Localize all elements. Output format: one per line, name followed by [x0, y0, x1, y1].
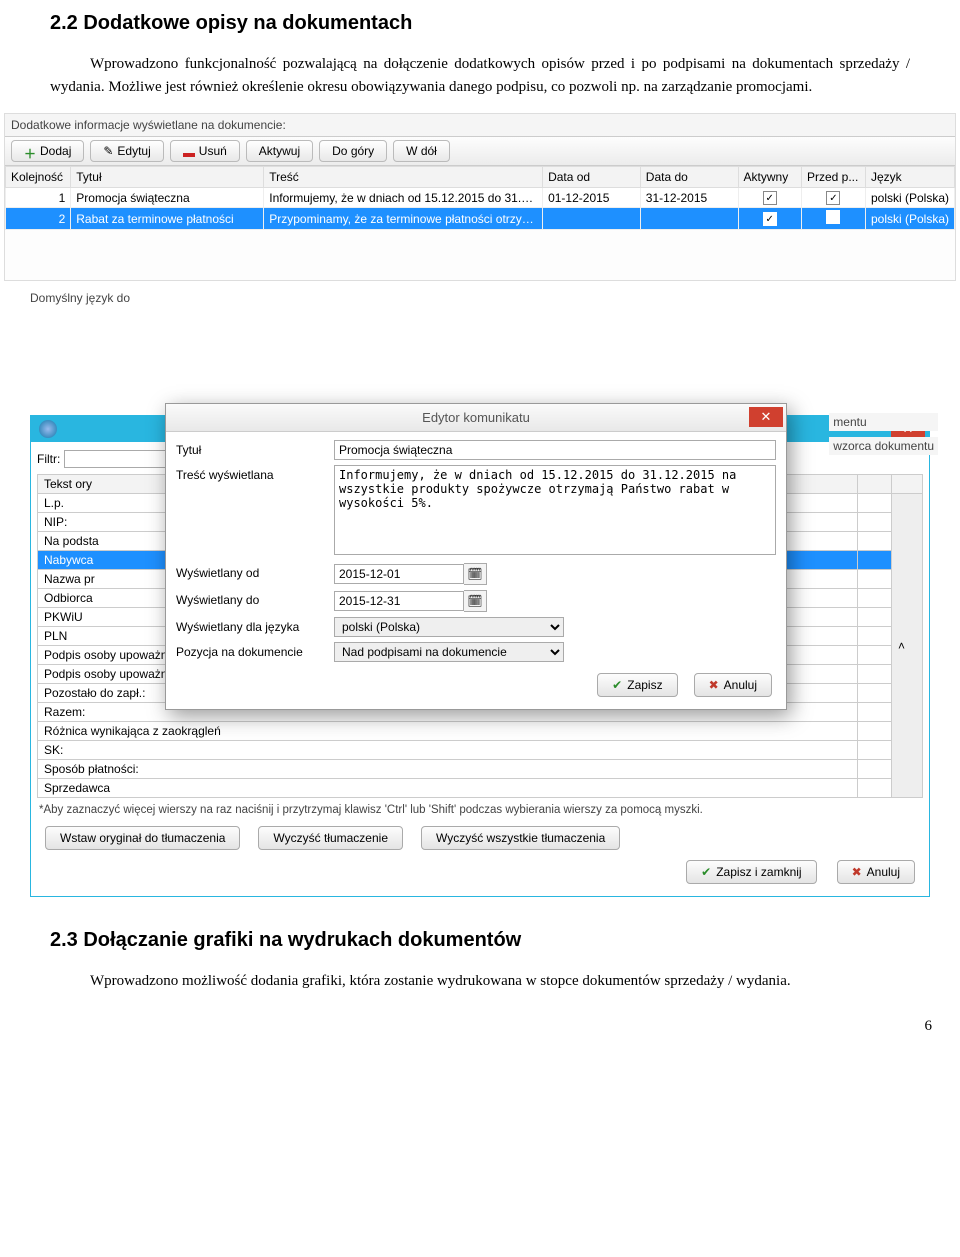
paragraph-2-3: Wprowadzono możliwość dodania grafiki, k… — [50, 970, 910, 993]
bg-text-wzorca: wzorca dokumentu — [829, 437, 938, 455]
check-icon: ✔ — [701, 865, 711, 879]
add-button[interactable]: ＋ Dodaj — [11, 140, 84, 162]
table-row[interactable]: Różnica wynikająca z zaokrągleń — [38, 722, 923, 741]
check-icon: ✔ — [612, 678, 622, 692]
dialog-title: Edytor komunikatu ✕ — [166, 404, 786, 432]
col-active[interactable]: Aktywny — [738, 167, 801, 188]
default-language-label-partial: Domyślny język do — [30, 291, 960, 305]
heading-2-3: 2.3 Dołączanie grafiki na wydrukach doku… — [50, 925, 910, 955]
language-select[interactable]: polski (Polska) — [334, 617, 564, 637]
content-textarea[interactable] — [334, 465, 776, 555]
date-from-input[interactable] — [334, 564, 464, 584]
edit-icon: ✎ — [103, 144, 113, 158]
add-label: Dodaj — [40, 144, 71, 158]
save-close-button[interactable]: ✔ Zapisz i zamknij — [686, 860, 816, 884]
activate-label: Aktywuj — [259, 144, 300, 158]
col-title[interactable]: Tytuł — [71, 167, 264, 188]
plus-icon: ＋ — [24, 145, 36, 157]
delete-button[interactable]: Usuń — [170, 140, 240, 162]
col-from[interactable]: Data od — [543, 167, 641, 188]
screenshot-extra-info-panel: Dodatkowe informacje wyświetlane na doku… — [4, 113, 956, 281]
cancel-icon: ✖ — [852, 865, 862, 879]
to-field-label: Wyświetlany do — [176, 590, 326, 607]
calendar-icon[interactable]: 🗓 — [464, 563, 487, 585]
save-close-label: Zapisz i zamknij — [716, 865, 801, 879]
scrollbar[interactable]: ˄ — [892, 494, 923, 798]
table-row[interactable]: SK: — [38, 741, 923, 760]
col-to[interactable]: Data do — [640, 167, 738, 188]
checkbox-icon[interactable] — [826, 210, 840, 224]
toolbar: ＋ Dodaj ✎ Edytuj Usuń Aktywuj Do góry W dó… — [5, 136, 955, 166]
paragraph-2-2: Wprowadzono funkcjonalność pozwalającą n… — [50, 53, 910, 98]
edit-label: Edytuj — [117, 144, 150, 158]
date-to-input[interactable] — [334, 591, 464, 611]
down-label: W dół — [406, 144, 437, 158]
page-number: 6 — [0, 1008, 960, 1051]
cancel-button[interactable]: ✖ Anuluj — [837, 860, 915, 884]
multiselect-hint: *Aby zaznaczyć więcej wierszy na raz nac… — [37, 798, 923, 822]
cancel-label: Anuluj — [867, 865, 900, 879]
minus-icon — [183, 153, 195, 157]
col-content[interactable]: Treść — [264, 167, 543, 188]
table-row[interactable]: Sprzedawca — [38, 779, 923, 798]
content-field-label: Treść wyświetlana — [176, 465, 326, 482]
from-field-label: Wyświetlany od — [176, 563, 326, 580]
heading-2-2: 2.2 Dodatkowe opisy na dokumentach — [50, 8, 910, 38]
filter-label: Filtr: — [37, 452, 60, 466]
save-label: Zapisz — [627, 678, 662, 692]
checkbox-icon[interactable] — [826, 191, 840, 205]
position-field-label: Pozycja na dokumencie — [176, 642, 326, 659]
calendar-icon[interactable]: 🗓 — [464, 590, 487, 612]
checkbox-icon[interactable] — [763, 212, 777, 226]
activate-button[interactable]: Aktywuj — [246, 140, 313, 162]
up-label: Do góry — [332, 144, 374, 158]
save-button[interactable]: ✔ Zapisz — [597, 673, 677, 697]
table-row[interactable]: 1Promocja świątecznaInformujemy, że w dn… — [6, 188, 955, 208]
title-input[interactable] — [334, 440, 776, 460]
move-up-button[interactable]: Do góry — [319, 140, 387, 162]
app-orb-icon — [39, 420, 57, 438]
col-lang[interactable]: Język — [865, 167, 954, 188]
message-editor-dialog: Edytor komunikatu ✕ Tytuł Treść wyświetl… — [165, 403, 787, 710]
cancel-label: Anuluj — [724, 678, 757, 692]
empty-space — [5, 230, 955, 280]
title-field-label: Tytuł — [176, 440, 326, 457]
panel-label: Dodatkowe informacje wyświetlane na doku… — [5, 114, 955, 136]
col-no[interactable]: Kolejność — [6, 167, 71, 188]
checkbox-icon[interactable] — [763, 191, 777, 205]
dialog-title-text: Edytor komunikatu — [422, 410, 530, 425]
language-field-label: Wyświetlany dla języka — [176, 617, 326, 634]
move-down-button[interactable]: W dół — [393, 140, 450, 162]
cancel-icon: ✖ — [709, 678, 719, 692]
insert-original-button[interactable]: Wstaw oryginał do tłumaczenia — [45, 826, 240, 850]
table-row[interactable]: Sposób płatności: — [38, 760, 923, 779]
edit-button[interactable]: ✎ Edytuj — [90, 140, 163, 162]
col-translation[interactable] — [857, 475, 891, 494]
cancel-button[interactable]: ✖ Anuluj — [694, 673, 772, 697]
bg-text-mentu: mentu — [829, 413, 938, 431]
col-before[interactable]: Przed p... — [801, 167, 865, 188]
scrollbar[interactable] — [892, 475, 923, 494]
messages-table[interactable]: Kolejność Tytuł Treść Data od Data do Ak… — [5, 166, 955, 230]
delete-label: Usuń — [199, 144, 227, 158]
clear-all-translations-button[interactable]: Wyczyść wszystkie tłumaczenia — [421, 826, 620, 850]
close-icon[interactable]: ✕ — [749, 407, 783, 427]
table-row[interactable]: 2Rabat za terminowe płatnościPrzypominam… — [6, 208, 955, 230]
position-select[interactable]: Nad podpisami na dokumencie — [334, 642, 564, 662]
clear-translation-button[interactable]: Wyczyść tłumaczenie — [258, 826, 403, 850]
